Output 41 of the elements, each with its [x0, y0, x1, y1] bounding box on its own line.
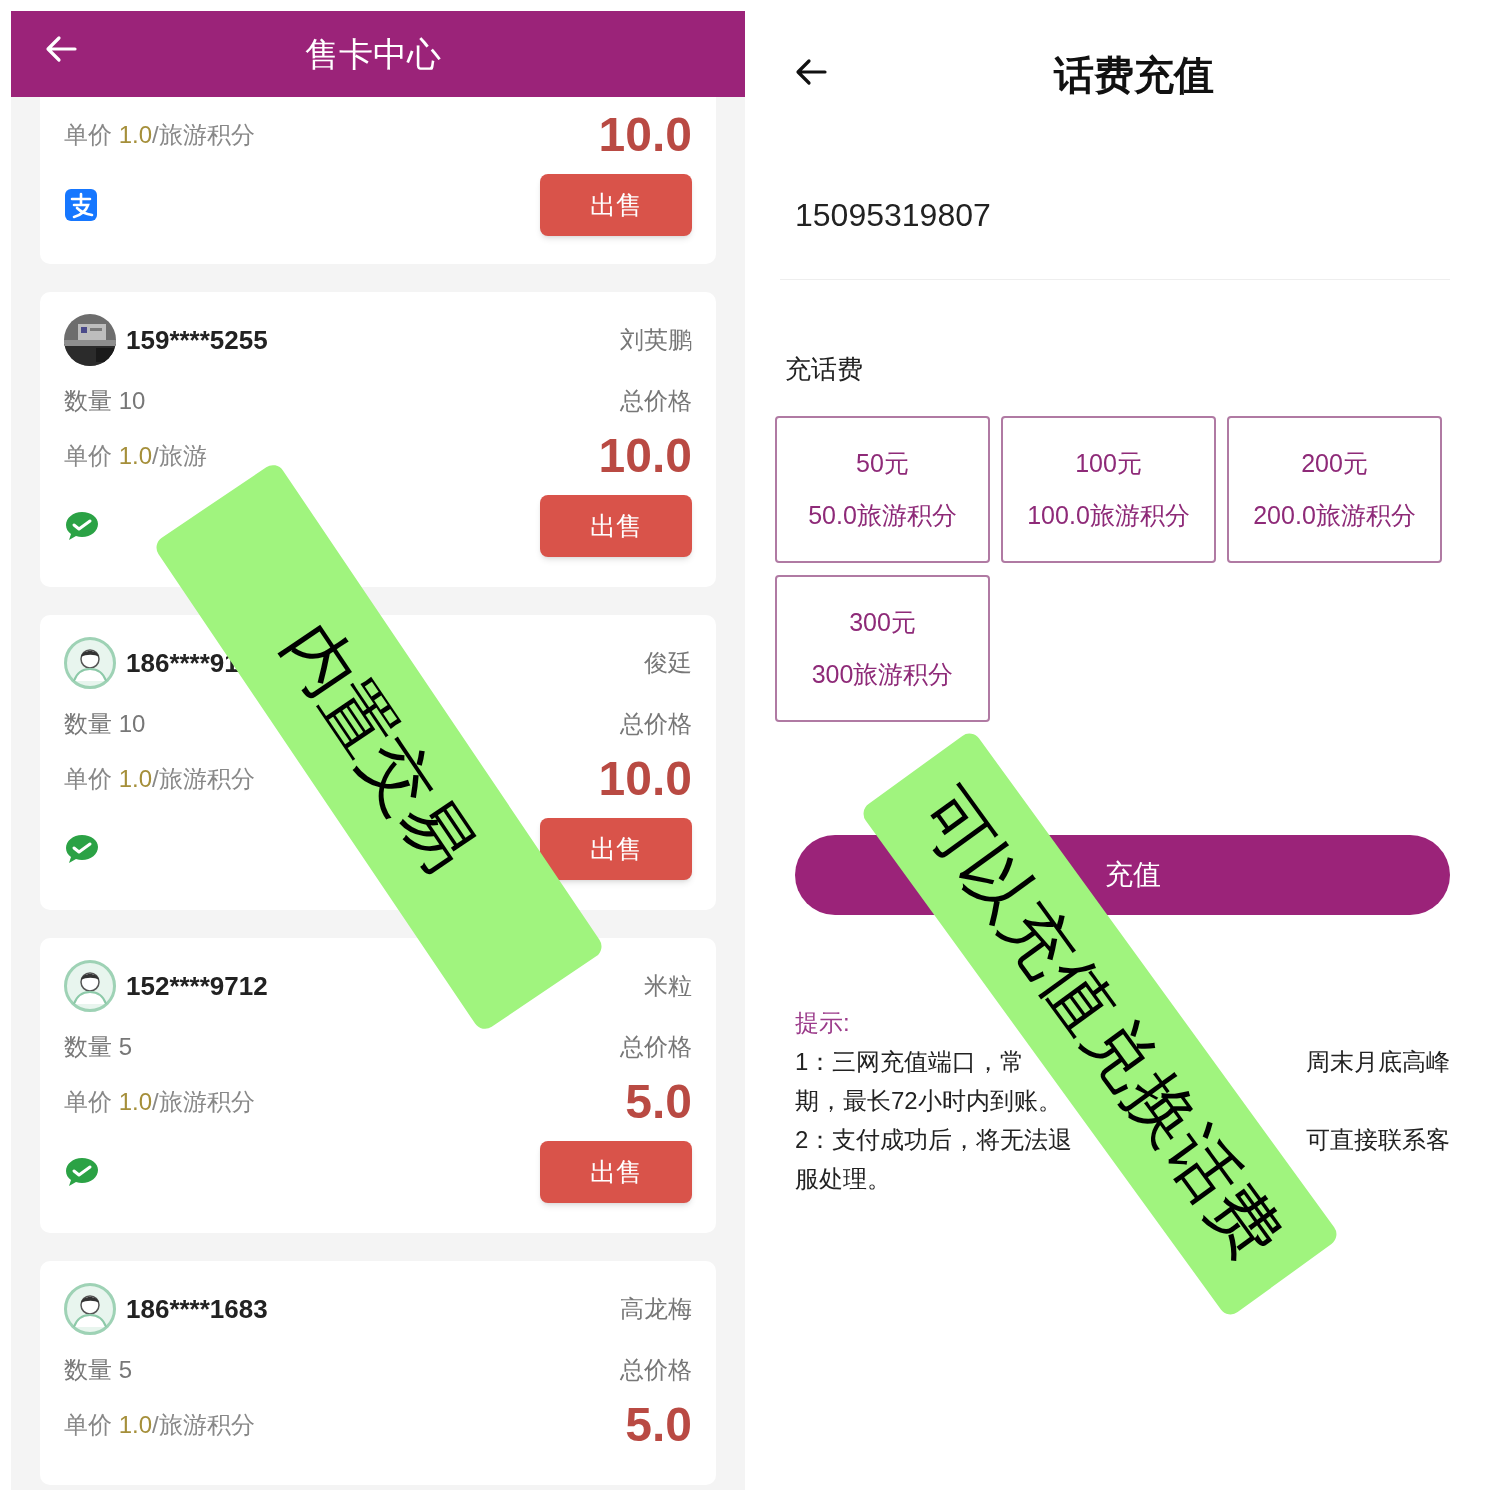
phone-number: 186****1683 — [126, 1292, 268, 1326]
amount-option[interactable]: 50元 50.0旅游积分 — [775, 416, 990, 563]
seller-name: 刘英鹏 — [620, 325, 692, 355]
total-price-label: 总价格 — [620, 1355, 692, 1385]
seller-name: 高龙梅 — [620, 1294, 692, 1324]
total-price: 10.0 — [598, 111, 692, 159]
unit-price: 单价 1.0/旅游积分 — [64, 1410, 255, 1440]
total-price-label: 总价格 — [620, 1032, 692, 1062]
amount-option[interactable]: 300元 300旅游积分 — [775, 575, 990, 722]
phone-input-field[interactable]: 15095319807 — [780, 150, 1450, 280]
tips-heading: 提示: — [795, 1008, 851, 1038]
phone-number: 159****5255 — [126, 323, 268, 357]
section-heading: 充话费 — [785, 353, 864, 386]
sell-button[interactable]: 出售 — [540, 818, 692, 880]
total-price: 5.0 — [625, 1078, 692, 1126]
amount-option[interactable]: 200元 200.0旅游积分 — [1227, 416, 1442, 563]
screen-title: 售卡中心 — [305, 33, 442, 75]
payment-app-icon — [64, 510, 100, 542]
unit-price: 单价 1.0/旅游积分 — [64, 1087, 255, 1117]
amount-option[interactable]: 100元 100.0旅游积分 — [1001, 416, 1216, 563]
seller-name: 俊廷 — [644, 648, 692, 678]
quantity-label: 数量 10 — [64, 386, 146, 416]
total-price: 5.0 — [625, 1401, 692, 1449]
total-price-label: 总价格 — [620, 386, 692, 416]
avatar-icon — [64, 637, 116, 689]
back-arrow-icon[interactable] — [795, 58, 827, 86]
payment-app-icon — [64, 833, 100, 865]
sell-button[interactable]: 出售 — [540, 174, 692, 236]
avatar-icon — [64, 960, 116, 1012]
seller-name: 米粒 — [644, 971, 692, 1001]
payment-app-icon — [64, 1156, 100, 1188]
unit-price: 单价 1.0/旅游积分 — [64, 120, 255, 150]
avatar-icon — [64, 1283, 116, 1335]
payment-app-icon — [64, 188, 98, 222]
sell-button[interactable]: 出售 — [540, 1141, 692, 1203]
sell-button[interactable]: 出售 — [540, 495, 692, 557]
total-price-label: 总价格 — [620, 709, 692, 739]
quantity-label: 数量 10 — [64, 709, 146, 739]
quantity-label: 数量 5 — [64, 1355, 132, 1385]
quantity-label: 数量 5 — [64, 1032, 132, 1062]
screen-title: 话费充值 — [1052, 52, 1214, 99]
